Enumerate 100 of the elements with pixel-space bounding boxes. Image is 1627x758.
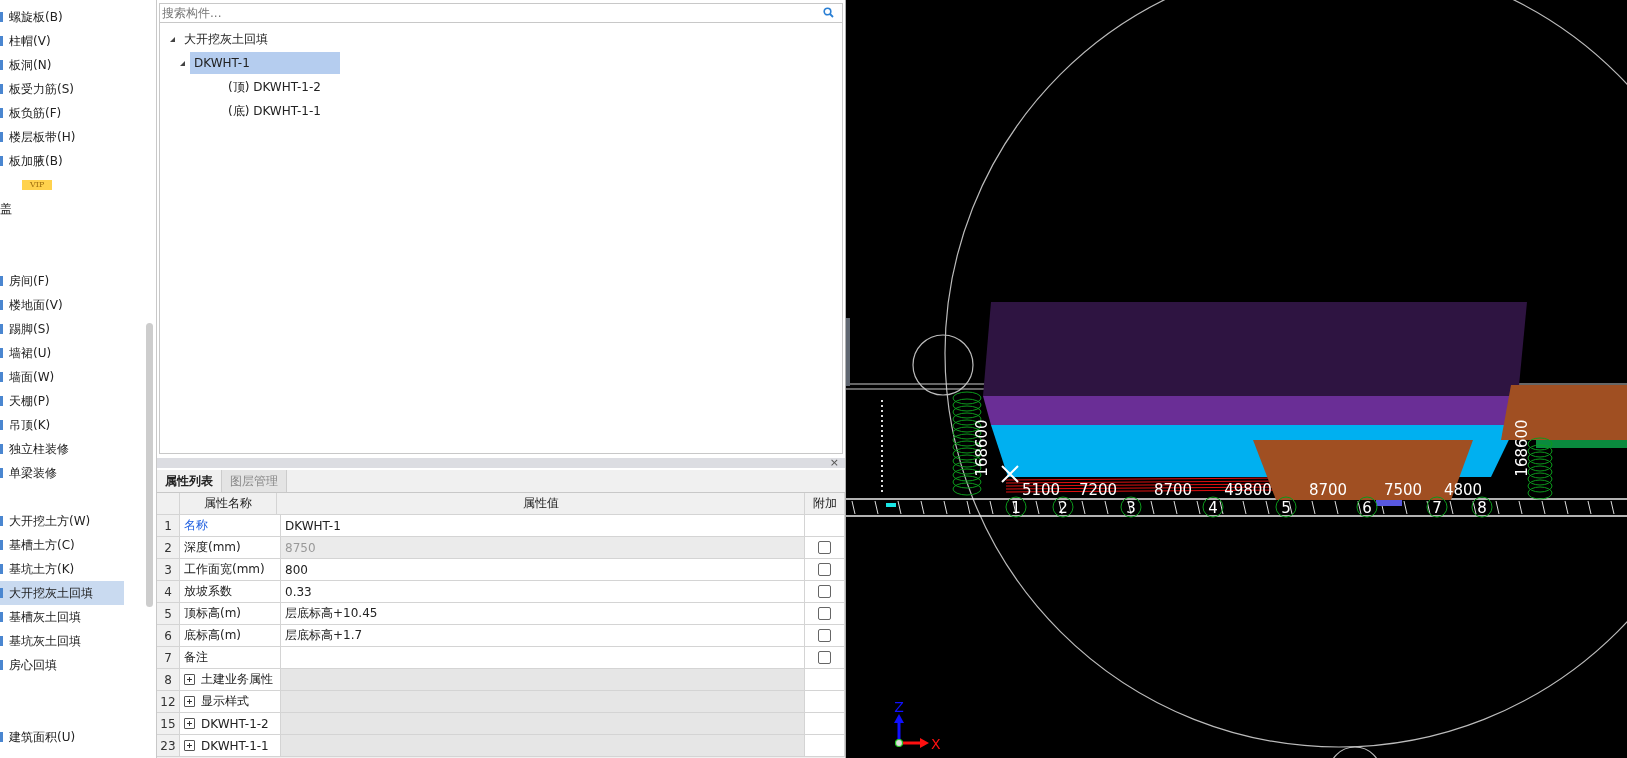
sidebar-item[interactable]: 螺旋板(B) (0, 5, 124, 29)
property-name: 备注 (180, 647, 281, 668)
item-icon (0, 588, 3, 598)
item-icon (0, 348, 3, 358)
property-name: 名称 (180, 515, 281, 536)
property-value[interactable]: DKWHT-1 (281, 515, 805, 536)
sidebar-item[interactable]: 房心回填 (0, 653, 124, 677)
marker (886, 503, 896, 507)
x-axis-label: X (931, 736, 941, 752)
checkbox[interactable] (818, 585, 831, 598)
property-name: 放坡系数 (180, 581, 281, 602)
row-number: 6 (157, 625, 180, 646)
splitter-handle[interactable] (846, 318, 850, 386)
sidebar-item[interactable]: 大开挖灰土回填 (0, 581, 124, 605)
sidebar-item[interactable]: 单梁装修 (0, 461, 124, 485)
axis-bubble: 4 (1202, 496, 1224, 518)
item-icon (0, 636, 3, 646)
dimension-label: 8700 (1308, 481, 1348, 499)
sidebar-item[interactable]: 独立柱装修 (0, 437, 124, 461)
expand-icon[interactable] (184, 696, 195, 707)
row-number: 3 (157, 559, 180, 580)
tree-item[interactable]: (底) DKWHT-1-1 (224, 100, 325, 122)
item-icon (0, 156, 3, 166)
sidebar-item[interactable]: 墙面(W) (0, 365, 124, 389)
axis-bubble: 5 (1275, 496, 1297, 518)
sidebar-item[interactable]: 吊顶(K) (0, 413, 124, 437)
item-icon (0, 444, 3, 454)
property-name: 底标高(m) (180, 625, 281, 646)
dimension-label: 168600 (973, 419, 991, 477)
item-icon (0, 420, 3, 430)
row-number: 1 (157, 515, 180, 536)
sidebar-item[interactable]: 基槽土方(C) (0, 533, 124, 557)
property-value[interactable]: 层底标高+10.45 (281, 603, 805, 624)
property-group[interactable]: DKWHT-1-2 (201, 716, 269, 731)
property-name: 工作面宽(mm) (180, 559, 281, 580)
sidebar-item[interactable]: 基坑土方(K) (0, 557, 124, 581)
property-group[interactable]: 显示样式 (201, 693, 249, 710)
axis-bubble: 6 (1356, 496, 1378, 518)
category-label[interactable]: 盖 (0, 197, 12, 221)
checkbox[interactable] (818, 563, 831, 576)
search-icon[interactable] (823, 7, 834, 18)
row-number: 23 (157, 735, 180, 756)
item-icon (0, 84, 3, 94)
sidebar-item[interactable]: 墙裙(U) (0, 341, 124, 365)
property-group[interactable]: DKWHT-1-1 (201, 738, 269, 753)
expand-triangle-icon[interactable] (180, 60, 185, 66)
sidebar-item[interactable]: 踢脚(S) (0, 317, 124, 341)
sidebar-item[interactable]: 板洞(N) (0, 53, 124, 77)
dimension-label: 7500 (1383, 481, 1423, 499)
tree-item[interactable]: DKWHT-1 (190, 52, 340, 74)
expand-icon[interactable] (184, 740, 195, 751)
property-group[interactable]: 土建业务属性 (201, 671, 273, 688)
tree-item[interactable]: 大开挖灰土回填 (180, 28, 272, 50)
item-icon (0, 372, 3, 382)
row-number: 8 (157, 669, 180, 690)
item-icon (0, 300, 3, 310)
property-name: 顶标高(m) (180, 603, 281, 624)
item-icon (0, 132, 3, 142)
checkbox[interactable] (818, 651, 831, 664)
axis-bubble: 2 (1052, 496, 1074, 518)
sidebar-item[interactable]: 基坑灰土回填 (0, 629, 124, 653)
row-number: 5 (157, 603, 180, 624)
expand-triangle-icon[interactable] (170, 36, 175, 42)
axis-bubble: 7 (1426, 496, 1448, 518)
sidebar-item[interactable]: 板受力筋(S) (0, 77, 124, 101)
sidebar-item[interactable]: 基槽灰土回填 (0, 605, 124, 629)
checkbox[interactable] (818, 541, 831, 554)
sidebar-item[interactable]: 柱帽(V) (0, 29, 124, 53)
sidebar-item[interactable]: 楼地面(V) (0, 293, 124, 317)
sidebar-item[interactable]: 建筑面积(U) (0, 725, 124, 749)
cross-mark-icon (1001, 465, 1019, 483)
expand-icon[interactable] (184, 674, 195, 685)
checkbox[interactable] (818, 607, 831, 620)
checkbox[interactable] (818, 629, 831, 642)
property-value[interactable]: 层底标高+1.7 (281, 625, 805, 646)
sidebar-item[interactable]: 大开挖土方(W) (0, 509, 124, 533)
marker (1376, 500, 1402, 506)
sidebar-item[interactable]: 天棚(P) (0, 389, 124, 413)
property-value[interactable]: 800 (281, 559, 805, 580)
sidebar-item[interactable]: 板加腋(B) (0, 149, 124, 173)
row-number: 7 (157, 647, 180, 668)
close-button[interactable]: × (829, 458, 839, 468)
expand-icon[interactable] (184, 718, 195, 729)
item-icon (0, 540, 3, 550)
axis-triad-icon (894, 714, 929, 748)
sidebar-item[interactable]: 楼层板带(H) (0, 125, 124, 149)
item-icon (0, 276, 3, 286)
sidebar-item[interactable]: 房间(F) (0, 269, 124, 293)
item-icon (0, 516, 3, 526)
item-icon (0, 108, 3, 118)
rebar-ring-stack (1527, 437, 1553, 500)
tree-item[interactable]: (顶) DKWHT-1-2 (224, 76, 325, 98)
property-value[interactable]: 0.33 (281, 581, 805, 602)
scrollbar-thumb[interactable] (146, 323, 153, 607)
dimension-label: 168600 (1513, 419, 1531, 477)
item-icon (0, 468, 3, 478)
z-axis-label: Z (894, 699, 904, 715)
search-field[interactable]: 搜索构件... (159, 3, 843, 23)
sidebar-item[interactable]: 板负筋(F) (0, 101, 124, 125)
row-number: 2 (157, 537, 180, 558)
